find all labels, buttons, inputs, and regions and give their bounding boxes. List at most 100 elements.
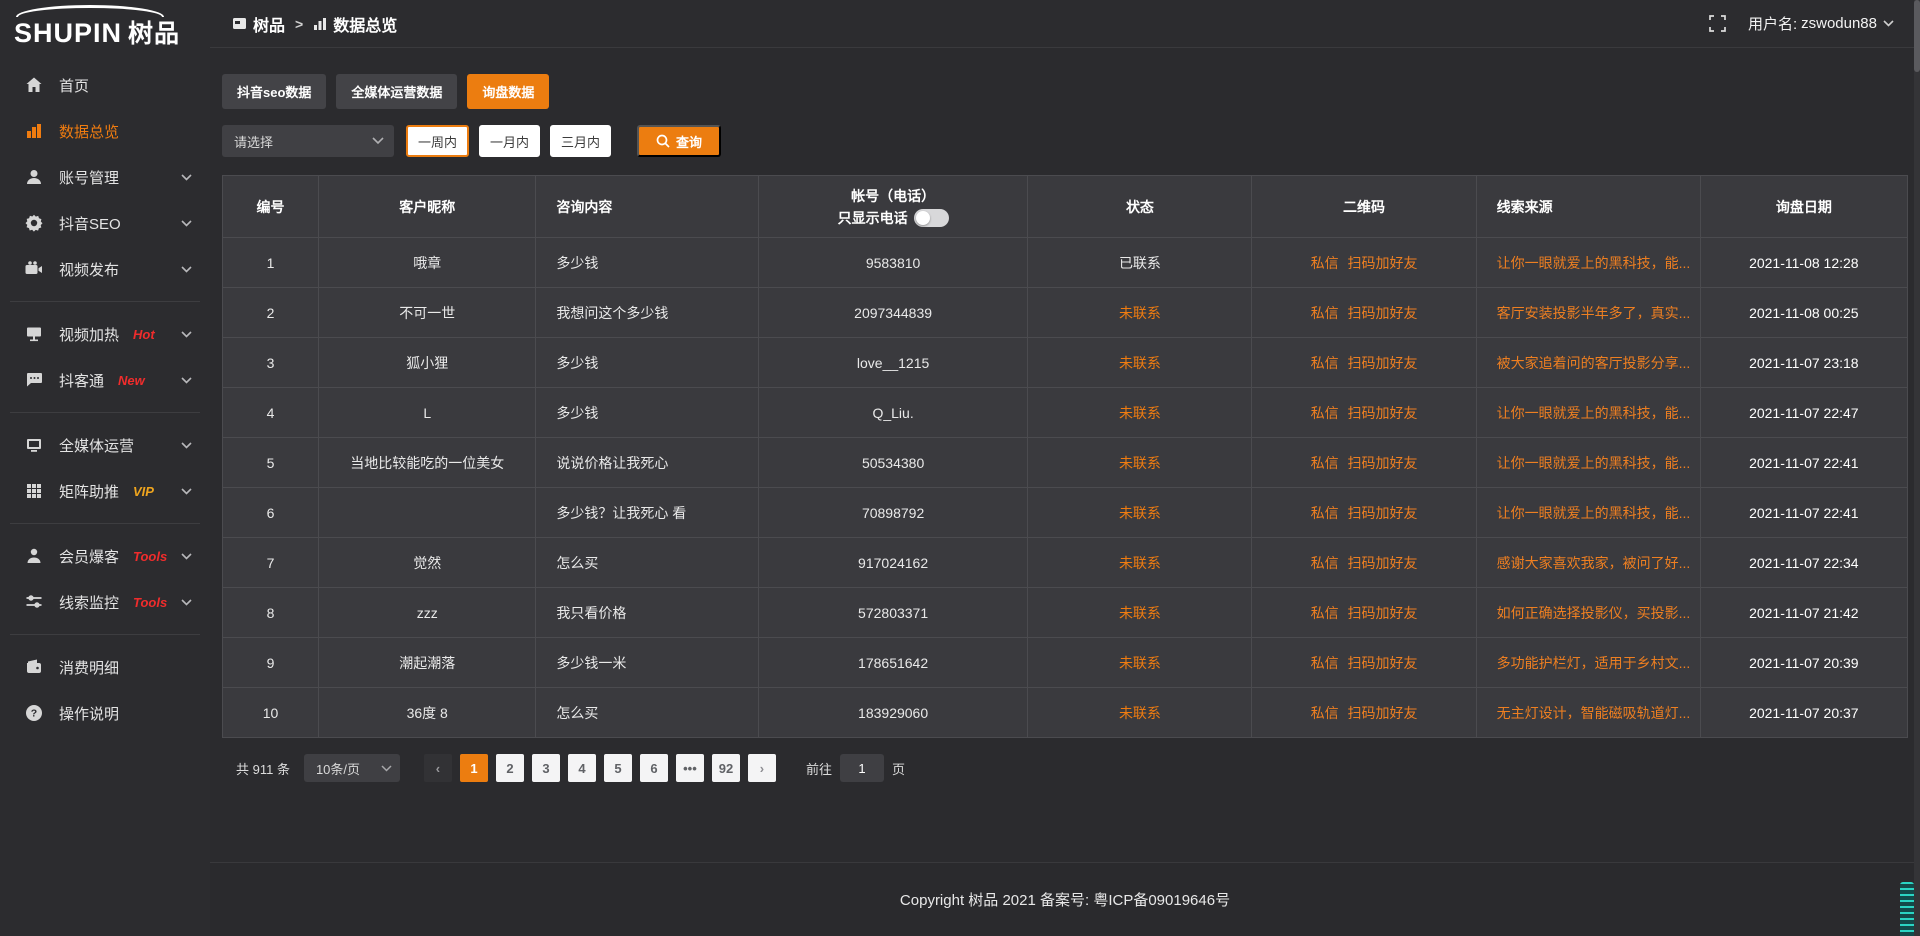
- brand-logo: SHUPIN树品: [0, 0, 210, 52]
- scrollbar-track[interactable]: [1914, 0, 1920, 936]
- page-number-button[interactable]: 4: [568, 754, 596, 782]
- scan-add-friend-link[interactable]: 扫码加好友: [1347, 255, 1417, 271]
- sidebar-item-label: 抖音SEO: [59, 213, 121, 234]
- private-message-link[interactable]: 私信: [1311, 705, 1339, 721]
- scan-add-friend-link[interactable]: 扫码加好友: [1347, 305, 1417, 321]
- header-account: 帐号（电话） 只显示电话: [758, 176, 1028, 238]
- page-number-button[interactable]: •••: [676, 754, 704, 782]
- private-message-link[interactable]: 私信: [1311, 655, 1339, 671]
- corner-widget[interactable]: [1900, 882, 1914, 936]
- query-button[interactable]: 查询: [637, 125, 721, 157]
- prev-page-button[interactable]: ‹: [424, 754, 452, 782]
- cell-nickname: 不可一世: [319, 288, 536, 338]
- account-select[interactable]: 请选择: [222, 125, 394, 157]
- gear-icon: [24, 214, 43, 233]
- private-message-link[interactable]: 私信: [1311, 405, 1339, 421]
- user-menu[interactable]: 用户名: zswodun88: [1748, 13, 1894, 34]
- sidebar-item-label: 视频发布: [59, 259, 119, 280]
- phone-only-toggle[interactable]: [914, 209, 949, 227]
- page-number-button[interactable]: 92: [712, 754, 740, 782]
- cell-qrcode: 私信 扫码加好友: [1252, 438, 1476, 488]
- cell-no: 7: [223, 538, 319, 588]
- sidebar-item-account-management[interactable]: 账号管理: [0, 154, 210, 200]
- cell-source: 让你一眼就爱上的黑科技，能...: [1476, 488, 1700, 538]
- private-message-link[interactable]: 私信: [1311, 605, 1339, 621]
- range-month-button[interactable]: 一月内: [479, 125, 540, 157]
- source-link[interactable]: 无主灯设计，智能磁吸轨道灯...: [1497, 705, 1691, 721]
- sliders-icon: [24, 593, 43, 612]
- sidebar-item-label: 会员爆客: [59, 546, 119, 567]
- total-count: 共 911 条: [236, 759, 290, 778]
- private-message-link[interactable]: 私信: [1311, 555, 1339, 571]
- private-message-link[interactable]: 私信: [1311, 255, 1339, 271]
- scan-add-friend-link[interactable]: 扫码加好友: [1347, 405, 1417, 421]
- menu-divider: [10, 634, 200, 635]
- scan-add-friend-link[interactable]: 扫码加好友: [1347, 555, 1417, 571]
- private-message-link[interactable]: 私信: [1311, 455, 1339, 471]
- tab-omni-media-data[interactable]: 全媒体运营数据: [336, 74, 457, 109]
- source-link[interactable]: 让你一眼就爱上的黑科技，能...: [1497, 505, 1691, 521]
- cell-account: 572803371: [758, 588, 1028, 638]
- sidebar-item-matrix-boost[interactable]: 矩阵助推 VIP: [0, 468, 210, 514]
- private-message-link[interactable]: 私信: [1311, 305, 1339, 321]
- sidebar-item-label: 首页: [59, 75, 89, 96]
- page-number-button[interactable]: 5: [604, 754, 632, 782]
- scan-add-friend-link[interactable]: 扫码加好友: [1347, 355, 1417, 371]
- header-qrcode: 二维码: [1252, 176, 1476, 238]
- sidebar-item-video-heating[interactable]: 视频加热 Hot: [0, 311, 210, 357]
- goto-suffix: 页: [892, 759, 905, 778]
- scan-add-friend-link[interactable]: 扫码加好友: [1347, 455, 1417, 471]
- range-week-button[interactable]: 一周内: [406, 125, 469, 157]
- wallet-icon: [24, 658, 43, 677]
- source-link[interactable]: 客厅安装投影半年多了，真实...: [1497, 305, 1691, 321]
- breadcrumb-item-data-overview[interactable]: 数据总览: [313, 12, 397, 36]
- fullscreen-icon[interactable]: [1709, 15, 1726, 32]
- private-message-link[interactable]: 私信: [1311, 355, 1339, 371]
- sidebar-item-data-overview[interactable]: 数据总览: [0, 108, 210, 154]
- range-quarter-button[interactable]: 三月内: [550, 125, 611, 157]
- scan-add-friend-link[interactable]: 扫码加好友: [1347, 705, 1417, 721]
- goto-page-input[interactable]: [840, 754, 884, 782]
- logo-brand-cn: 树品: [128, 20, 180, 48]
- sidebar-item-douketong[interactable]: 抖客通 New: [0, 357, 210, 403]
- sidebar-item-douyin-seo[interactable]: 抖音SEO: [0, 200, 210, 246]
- cell-content: 多少钱: [536, 388, 758, 438]
- page-number-button[interactable]: 1: [460, 754, 488, 782]
- header-status: 状态: [1028, 176, 1252, 238]
- table-header-row: 编号 客户昵称 咨询内容 帐号（电话） 只显示电话 状态 二维码 线索来源: [223, 176, 1908, 238]
- source-link[interactable]: 被大家追着问的客厅投影分享...: [1497, 355, 1691, 371]
- sidebar-item-consumption-detail[interactable]: 消费明细: [0, 644, 210, 690]
- source-link[interactable]: 如何正确选择投影仪，买投影...: [1497, 605, 1691, 621]
- page-size-select[interactable]: 10条/页: [304, 754, 400, 782]
- cell-account: 70898792: [758, 488, 1028, 538]
- source-link[interactable]: 感谢大家喜欢我家，被问了好...: [1497, 555, 1691, 571]
- private-message-link[interactable]: 私信: [1311, 505, 1339, 521]
- grid-icon: [24, 482, 43, 501]
- page-number-button[interactable]: 3: [532, 754, 560, 782]
- tab-douyin-seo-data[interactable]: 抖音seo数据: [222, 74, 326, 109]
- date-range-buttons: 一周内 一月内 三月内: [406, 125, 611, 157]
- next-page-button[interactable]: ›: [748, 754, 776, 782]
- page-number-button[interactable]: 6: [640, 754, 668, 782]
- scrollbar-thumb[interactable]: [1914, 0, 1920, 72]
- sidebar-item-label: 操作说明: [59, 703, 119, 724]
- breadcrumb-item-shupin[interactable]: 树品: [232, 12, 285, 36]
- sidebar-item-video-publish[interactable]: 视频发布: [0, 246, 210, 292]
- source-link[interactable]: 让你一眼就爱上的黑科技，能...: [1497, 255, 1691, 271]
- scan-add-friend-link[interactable]: 扫码加好友: [1347, 505, 1417, 521]
- source-link[interactable]: 让你一眼就爱上的黑科技，能...: [1497, 455, 1691, 471]
- page-number-button[interactable]: 2: [496, 754, 524, 782]
- cell-no: 8: [223, 588, 319, 638]
- source-link[interactable]: 多功能护栏灯，适用于乡村文...: [1497, 655, 1691, 671]
- sidebar-item-home[interactable]: 首页: [0, 62, 210, 108]
- scan-add-friend-link[interactable]: 扫码加好友: [1347, 605, 1417, 621]
- sidebar-item-lead-monitor[interactable]: 线索监控 Tools: [0, 579, 210, 625]
- sidebar-item-omni-media[interactable]: 全媒体运营: [0, 422, 210, 468]
- cell-date: 2021-11-08 00:25: [1700, 288, 1907, 338]
- source-link[interactable]: 让你一眼就爱上的黑科技，能...: [1497, 405, 1691, 421]
- sidebar-item-help[interactable]: ? 操作说明: [0, 690, 210, 736]
- username-value: zswodun88: [1801, 15, 1877, 32]
- scan-add-friend-link[interactable]: 扫码加好友: [1347, 655, 1417, 671]
- sidebar-item-member-burst[interactable]: 会员爆客 Tools: [0, 533, 210, 579]
- tab-inquiry-data[interactable]: 询盘数据: [467, 74, 549, 109]
